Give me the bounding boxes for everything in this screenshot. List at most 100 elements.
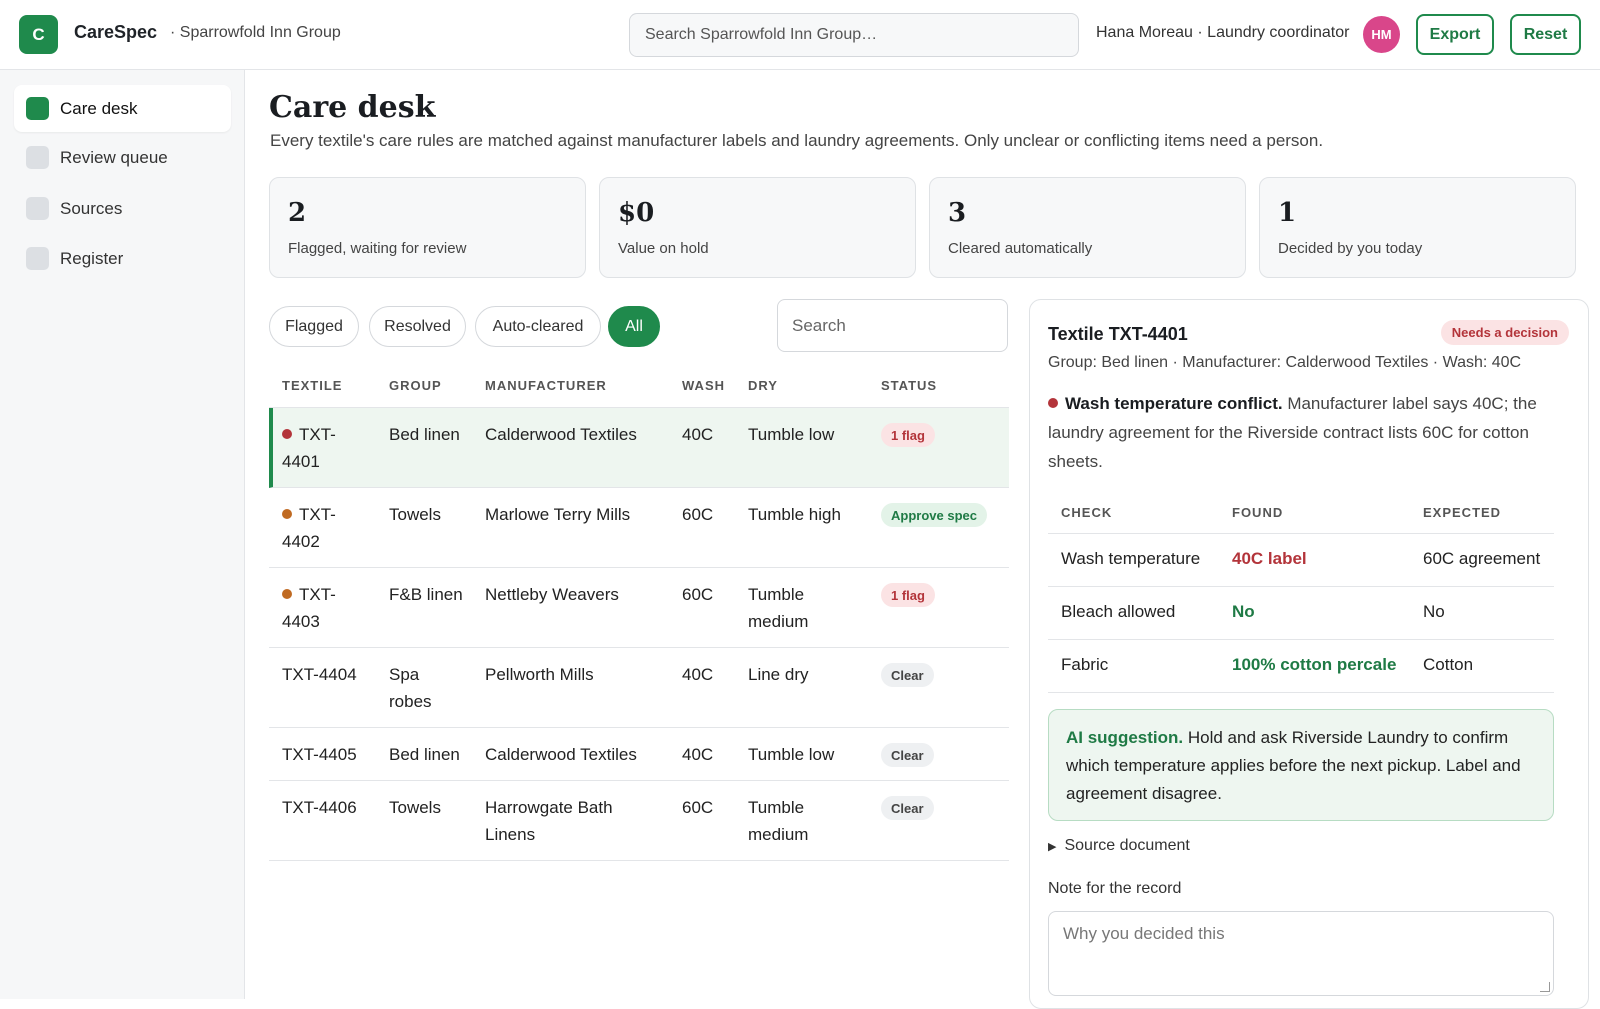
triangle-right-icon: ▶ [1048,841,1057,853]
status-badge: Needs a decision [1440,320,1569,345]
filter-auto-cleared[interactable]: Auto-cleared [475,306,601,347]
source-document-label: Source document [1064,837,1190,854]
column-header[interactable]: MANUFACTURER [485,378,607,393]
dry-cell: Tumble low [748,745,835,764]
detail-title: Textile TXT-4401 [1048,324,1188,344]
sidebar-item-sources[interactable]: Sources [14,185,231,232]
check-expected: No [1423,602,1445,621]
stat-label: Cleared automatically [948,240,1093,257]
check-row: Bleach allowed No No [1048,587,1554,640]
table-row[interactable]: TXT- 4401 Bed linen Calderwood Textiles 4… [269,408,1009,488]
table-row[interactable]: TXT-4405 Bed linen Calderwood Textiles 4… [269,728,1009,781]
wash-cell: 60C [682,505,714,524]
stat-card-decided: 1 Decided by you today [1259,177,1576,278]
ai-suggestion: AI suggestion. Hold and ask Riverside La… [1048,709,1554,821]
column-header: FOUND [1232,505,1284,520]
sidebar-item-review-queue[interactable]: Review queue [14,134,231,181]
detail-panel: Textile TXT-4401 Needs a decision Group:… [1029,299,1589,1009]
warning-dot-icon [282,509,292,519]
dry-cell: Tumble medium [748,798,809,844]
group-cell: Bed linen [389,425,460,444]
conflict-description: Wash temperature conflict. Manufacturer … [1048,389,1563,476]
check-expected: Cotton [1423,655,1474,674]
checks-header: CHECK FOUND EXPECTED [1048,486,1554,534]
filter-flagged[interactable]: Flagged [269,306,359,347]
stat-card-cleared: 3 Cleared automatically [929,177,1246,278]
column-header[interactable]: TEXTILE [282,378,342,393]
stat-label: Decided by you today [1278,240,1423,257]
table-row[interactable]: TXT-4406 Towels Harrowgate Bath Linens 6… [269,781,1009,861]
textile-id: TXT- 4401 [282,425,336,471]
manufacturer-cell: Calderwood Textiles [485,425,637,444]
care-desk-icon [26,97,49,120]
sidebar-item-label: Sources [60,198,123,218]
group-cell: Spa robes [389,665,432,711]
ai-suggestion-title: AI suggestion. [1066,728,1184,747]
group-cell: Towels [389,798,441,817]
stat-value: 3 [948,198,967,228]
filter-resolved[interactable]: Resolved [369,306,466,347]
conflict-title: Wash temperature conflict. [1065,394,1283,413]
column-header[interactable]: DRY [748,378,778,393]
check-name: Fabric [1061,655,1109,674]
manufacturer-cell: Nettleby Weavers [485,585,619,604]
app-logo[interactable]: C [19,15,58,54]
global-search-input[interactable]: Search Sparrowfold Inn Group… [629,13,1079,57]
check-expected: 60C agreement [1423,549,1541,568]
table-search-input[interactable]: Search [777,299,1008,352]
stat-label: Flagged, waiting for review [288,240,467,257]
check-name: Wash temperature [1061,549,1201,568]
dry-cell: Tumble high [748,505,841,524]
note-textarea[interactable]: Why you decided this [1048,911,1554,996]
check-found: No [1232,602,1255,621]
stat-value: $0 [618,198,655,228]
textile-id: TXT-4405 [282,745,357,764]
textile-id: TXT- 4403 [282,585,336,631]
filter-all[interactable]: All [608,306,660,347]
manufacturer-cell: Harrowgate Bath Linens [485,798,613,844]
org-name: · Sparrowfold Inn Group [170,24,341,41]
stat-value: 2 [288,198,307,228]
dry-cell: Tumble medium [748,585,809,631]
wash-cell: 60C [682,798,714,817]
dry-cell: Tumble low [748,425,835,444]
warning-dot-icon [282,589,292,599]
user-name: Hana Moreau · Laundry coordinator [1096,24,1350,41]
wash-cell: 40C [682,665,714,684]
column-header[interactable]: STATUS [881,378,937,393]
textile-id: TXT-4404 [282,665,357,684]
table-row[interactable]: TXT-4404 Spa robes Pellworth Mills 40C L… [269,648,1009,728]
manufacturer-cell: Pellworth Mills [485,665,594,684]
check-found: 40C label [1232,549,1307,568]
top-bar: C CareSpec · Sparrowfold Inn Group Searc… [0,0,1600,70]
page-subtitle: Every textile's care rules are matched a… [270,131,1324,150]
manufacturer-cell: Marlowe Terry Mills [485,505,631,524]
flag-dot-icon [282,429,292,439]
page-title: Care desk [269,90,436,125]
sources-icon [26,197,49,220]
check-found: 100% cotton percale [1232,655,1397,674]
wash-cell: 60C [682,585,714,604]
table-row[interactable]: TXT- 4403 F&B linen Nettleby Weavers 60C … [269,568,1009,648]
column-header: EXPECTED [1423,505,1502,520]
avatar[interactable]: HM [1363,16,1400,53]
table-header: TEXTILE GROUP MANUFACTURER WASH DRY STAT… [269,360,1009,408]
sidebar-item-register[interactable]: Register [14,235,231,282]
resize-grip-icon[interactable] [1540,982,1550,992]
check-name: Bleach allowed [1061,602,1176,621]
column-header[interactable]: WASH [682,378,725,393]
reset-button[interactable]: Reset [1510,14,1581,55]
flag-dot-icon [1048,398,1058,408]
export-button[interactable]: Export [1416,14,1494,55]
register-icon [26,247,49,270]
status-badge: Approve spec [881,503,987,527]
source-document-toggle[interactable]: ▶ Source document [1048,837,1190,855]
note-placeholder: Why you decided this [1063,924,1225,943]
sidebar-item-care-desk[interactable]: Care desk [14,85,231,132]
column-header[interactable]: GROUP [389,378,442,393]
sidebar-item-label: Care desk [60,98,138,118]
checks-table: CHECK FOUND EXPECTED Wash temperature 40… [1048,486,1554,693]
status-badge: 1 flag [881,423,935,447]
table-row[interactable]: TXT- 4402 Towels Marlowe Terry Mills 60C … [269,488,1009,568]
stat-card-flagged: 2 Flagged, waiting for review [269,177,586,278]
